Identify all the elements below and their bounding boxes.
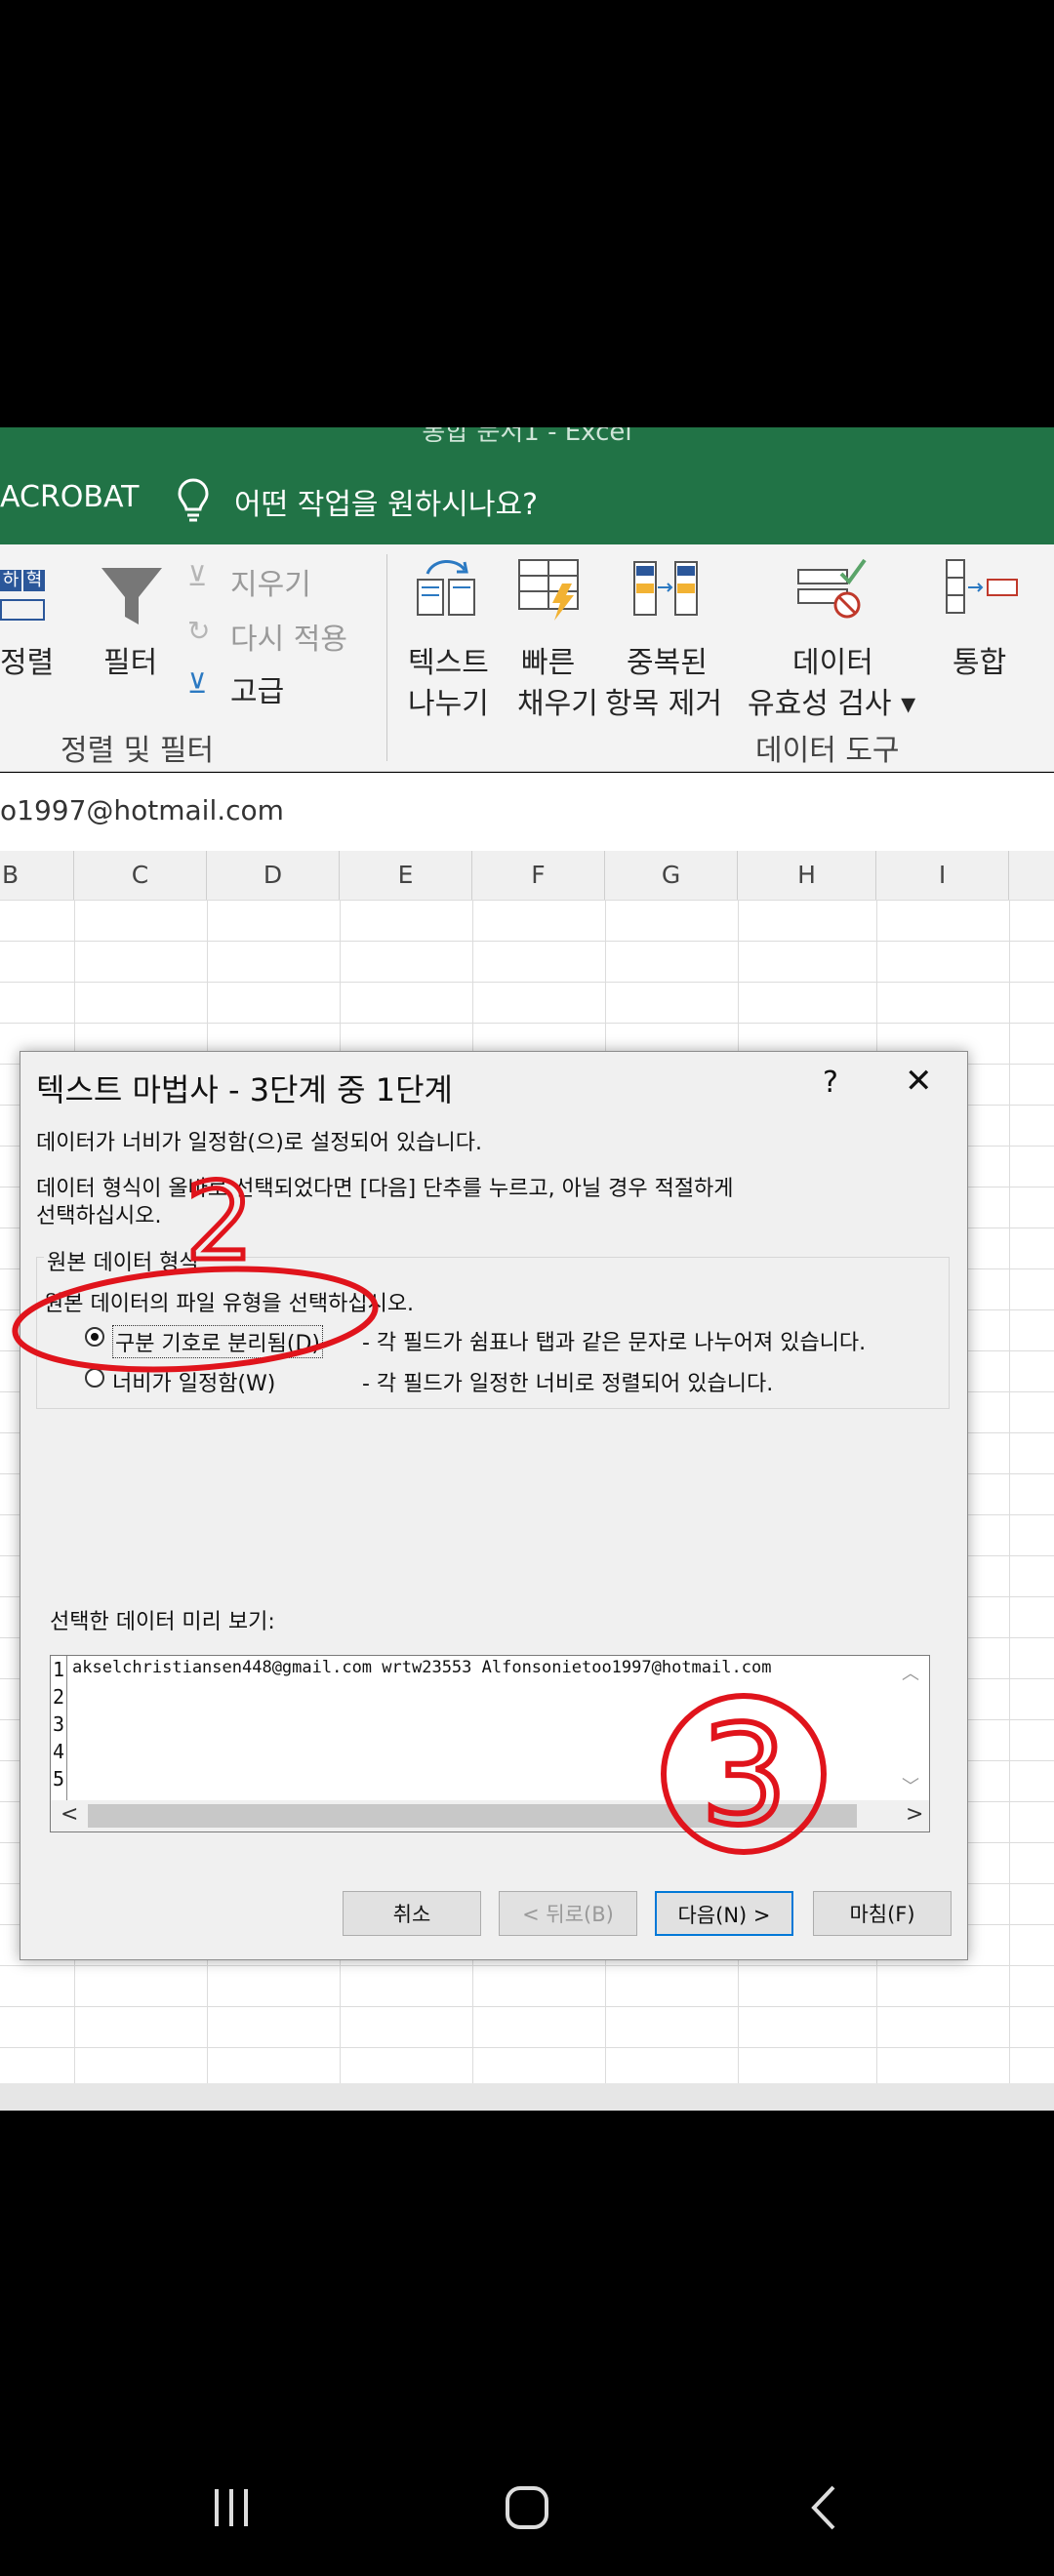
formula-bar-value: o1997@hotmail.com <box>0 794 284 826</box>
preview-horizontal-scrollbar[interactable]: < > <box>51 1800 929 1831</box>
flash-fill-label-2[interactable]: 채우기 <box>517 679 598 722</box>
preview-row-1: akselchristiansen448@gmail.com wrtw23553… <box>72 1658 772 1677</box>
delimited-radio[interactable] <box>85 1327 104 1347</box>
advanced-filter-icon: ⊻ <box>187 667 208 700</box>
data-validation-label-1[interactable]: 데이터 <box>792 638 873 681</box>
remove-duplicates-label-1[interactable]: 중복된 <box>627 638 708 681</box>
remove-duplicates-icon <box>633 561 698 616</box>
filter-icon <box>101 568 162 624</box>
dialog-message-1: 데이터가 너비가 일정함(으)로 설정되어 있습니다. <box>36 1131 482 1155</box>
scroll-right-arrow[interactable]: > <box>906 1802 923 1827</box>
ribbon: 하 혁 정렬 필터 ⊻ 지우기 ↻ 다시 적용 ⊻ 고급 정렬 및 필터 텍스트… <box>0 544 1054 772</box>
advanced-button[interactable]: 고급 <box>230 667 284 710</box>
group-separator <box>386 554 387 761</box>
consolidate-icon <box>946 559 1018 614</box>
dialog-title: 텍스트 마법사 - 3단계 중 1단계 <box>36 1071 453 1108</box>
preview-row-number: 4 <box>53 1740 65 1763</box>
fixed-width-radio[interactable] <box>85 1368 104 1388</box>
column-header-b[interactable]: B <box>0 851 74 900</box>
filter-button[interactable]: 필터 <box>103 638 157 681</box>
recent-apps-icon[interactable] <box>207 2483 256 2532</box>
scroll-thumb[interactable] <box>88 1804 857 1828</box>
dialog-message-3: 선택하십시오. <box>36 1204 162 1228</box>
text-to-columns-icon <box>417 560 475 616</box>
lightbulb-icon <box>178 478 209 522</box>
finish-button[interactable]: 마침(F) <box>813 1891 952 1936</box>
preview-row-number: 1 <box>53 1658 65 1681</box>
data-validation-label-2[interactable]: 유효성 검사 ▾ <box>748 679 915 722</box>
text-to-columns-label-1[interactable]: 텍스트 <box>408 638 489 681</box>
sheet-tab-strip <box>0 2083 1054 2111</box>
next-button[interactable]: 다음(N) > <box>655 1891 793 1936</box>
scroll-left-arrow[interactable]: < <box>61 1802 78 1827</box>
column-header-h[interactable]: H <box>738 851 876 900</box>
window-title: 통합 문서1 - Excel <box>422 427 632 447</box>
text-import-wizard-dialog: 텍스트 마법사 - 3단계 중 1단계 ? ✕ 데이터가 너비가 일정함(으)로… <box>20 1051 968 1960</box>
consolidate-button[interactable]: 통합 <box>953 638 1006 681</box>
help-button[interactable]: ? <box>823 1066 838 1100</box>
sort-icon: 하 혁 <box>0 570 49 624</box>
tab-acrobat[interactable]: ACROBAT <box>0 480 140 514</box>
column-header-i[interactable]: I <box>876 851 1009 900</box>
tell-me-search[interactable]: 어떤 작업을 원하시나요? <box>234 480 538 523</box>
back-icon[interactable] <box>800 2483 849 2532</box>
column-headers: B C D E F G H I <box>0 851 1054 901</box>
reapply-icon: ↻ <box>187 615 211 647</box>
preview-row-number: 5 <box>53 1767 65 1791</box>
fixed-width-option-desc: - 각 필드가 일정한 너비로 정렬되어 있습니다. <box>362 1372 774 1396</box>
home-icon[interactable] <box>503 2483 551 2532</box>
formula-bar[interactable]: o1997@hotmail.com <box>0 773 1054 852</box>
preview-row-number: 2 <box>53 1685 65 1709</box>
sort-button[interactable]: 정렬 <box>0 638 54 681</box>
data-preview-box[interactable]: 1 2 3 4 5 akselchristiansen448@gmail.com… <box>50 1655 930 1832</box>
android-navigation-bar <box>0 2444 1054 2576</box>
data-validation-icon <box>797 558 867 619</box>
clear-filter-icon: ⊻ <box>187 560 208 592</box>
scroll-up-arrow[interactable]: ︿ <box>902 1660 919 1685</box>
back-button[interactable]: < 뒤로(B) <box>499 1891 637 1936</box>
close-button[interactable]: ✕ <box>905 1062 933 1101</box>
delimited-option-label[interactable]: 구분 기호로 분리됨(D) <box>112 1325 324 1358</box>
delimited-option-desc: - 각 필드가 쉼표나 탭과 같은 문자로 나누어져 있습니다. <box>362 1331 867 1355</box>
column-header-f[interactable]: F <box>472 851 605 900</box>
preview-label: 선택한 데이터 미리 보기: <box>50 1610 275 1634</box>
group-label: 원본 데이터 형식 <box>44 1245 202 1276</box>
data-tools-group-label: 데이터 도구 <box>755 734 900 768</box>
fixed-width-option-label[interactable]: 너비가 일정함(W) <box>112 1366 275 1397</box>
ribbon-tab-bar: ACROBAT 어떤 작업을 원하시나요? <box>0 457 1054 544</box>
column-header-c[interactable]: C <box>74 851 207 900</box>
flash-fill-label-1[interactable]: 빠른 <box>521 638 575 681</box>
clear-button[interactable]: 지우기 <box>230 560 311 603</box>
cancel-button[interactable]: 취소 <box>343 1891 481 1936</box>
scroll-down-arrow[interactable]: ﹀ <box>902 1773 919 1798</box>
window-title-bar: 통합 문서1 - Excel <box>0 427 1054 457</box>
column-header-e[interactable]: E <box>340 851 472 900</box>
flash-fill-icon <box>518 559 579 621</box>
column-header-d[interactable]: D <box>207 851 340 900</box>
group-instruction: 원본 데이터의 파일 유형을 선택하십시오. <box>44 1292 415 1316</box>
column-header-g[interactable]: G <box>605 851 738 900</box>
remove-duplicates-label-2[interactable]: 항목 제거 <box>605 679 722 722</box>
preview-row-number: 3 <box>53 1712 65 1736</box>
reapply-button[interactable]: 다시 적용 <box>230 615 347 658</box>
text-to-columns-label-2[interactable]: 나누기 <box>408 679 489 722</box>
sort-filter-group-label: 정렬 및 필터 <box>61 734 215 768</box>
